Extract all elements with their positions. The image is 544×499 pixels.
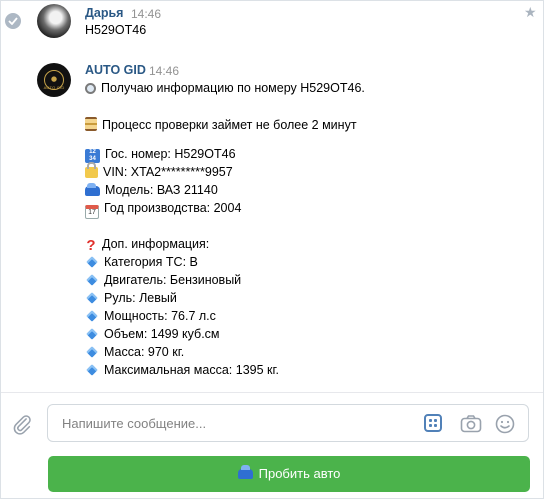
star-icon[interactable]: ★ [524, 5, 537, 19]
message-line: Объем: 1499 куб.см [85, 327, 220, 341]
message-text: Н529ОТ46 [85, 23, 147, 37]
sender-name[interactable]: AUTO GID [85, 63, 146, 77]
sender-name[interactable]: Дарья [85, 6, 123, 20]
message-line: Мощность: 76.7 л.с [85, 309, 216, 323]
question-icon: ? [86, 237, 96, 254]
avatar[interactable]: AUTO GID [37, 63, 71, 97]
calendar-icon: 17 [85, 205, 99, 219]
diamond-icon [86, 346, 98, 358]
numbers-1234-icon: 12 34 [85, 149, 100, 163]
composer-divider [1, 392, 543, 393]
emoji-smile-icon[interactable] [495, 414, 515, 437]
diamond-icon [86, 310, 98, 322]
diamond-icon [86, 256, 98, 268]
check-car-button-label: Пробить авто [258, 466, 341, 481]
diamond-icon [86, 328, 98, 340]
hourglass-icon [85, 117, 97, 131]
camera-icon[interactable] [460, 414, 482, 437]
message-line: ? Доп. информация: [86, 237, 210, 254]
attach-clip-icon[interactable] [11, 413, 33, 438]
car-icon [85, 183, 100, 196]
selected-check-icon[interactable] [5, 13, 21, 29]
message-input[interactable]: Напишите сообщение... [47, 404, 529, 442]
lock-icon [85, 162, 98, 178]
message-time: 14:46 [131, 7, 162, 21]
message-line: Руль: Левый [85, 291, 177, 305]
logo-text: AUTO GID [43, 85, 65, 90]
message-line: 12 34 Гос. номер: Н529ОТ46 [85, 147, 236, 163]
message-line: Получаю информацию по номеру Н529ОТ46. [85, 81, 365, 95]
check-car-button[interactable]: Пробить авто [48, 456, 530, 492]
avatar[interactable] [37, 4, 71, 38]
diamond-icon [86, 364, 98, 376]
message-time: 14:46 [149, 64, 180, 78]
message-line: VIN: XTA2*********9957 [85, 162, 233, 179]
diamond-icon [86, 292, 98, 304]
message-line: Максимальная масса: 1395 кг. [85, 363, 279, 377]
message-line: Процесс проверки займет не более 2 минут [85, 117, 357, 132]
message-line: Модель: ВАЗ 21140 [85, 183, 218, 197]
diamond-icon [86, 274, 98, 286]
car-icon [237, 465, 253, 479]
magnifier-icon [85, 83, 96, 94]
message-line: Категория ТС: B [85, 255, 198, 269]
message-line: 17 Год производства: 2004 [85, 201, 241, 219]
message-placeholder: Напишите сообщение... [62, 416, 207, 431]
message-line: Масса: 970 кг. [85, 345, 184, 359]
bot-keyboard-icon[interactable] [424, 414, 442, 432]
chat-window: Дарья 14:46 ★ Н529ОТ46 AUTO GID AUTO GID… [0, 0, 544, 499]
message-line: Двигатель: Бензиновый [85, 273, 241, 287]
